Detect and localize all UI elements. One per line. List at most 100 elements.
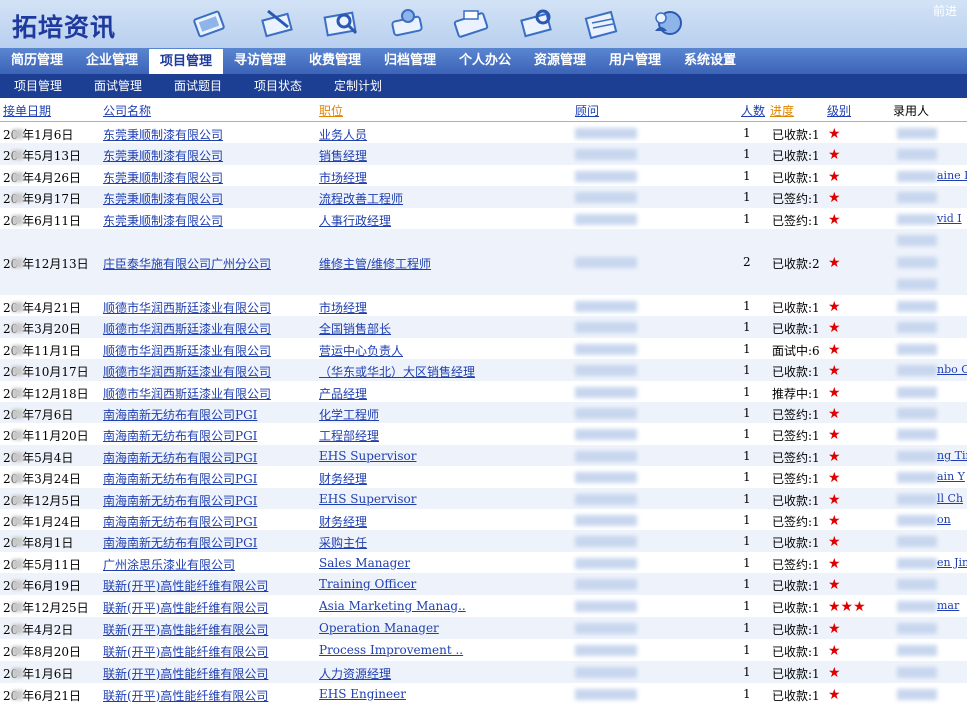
table-row[interactable]: 20 年10月17日 顺德市华润西斯廷漆业有限公司 （华东或华北）大区销售经理 1 已收… — [0, 359, 967, 381]
company-link[interactable]: 东莞秉顺制漆有限公司 — [103, 147, 223, 164]
company-link[interactable]: 顺德市华润西斯廷漆业有限公司 — [103, 363, 271, 380]
company-link[interactable]: 顺德市华润西斯廷漆业有限公司 — [103, 385, 271, 402]
company-link[interactable]: 南海南新无纺布有限公司PGI — [103, 470, 257, 487]
table-row[interactable]: 20 年9月17日 东莞秉顺制漆有限公司 流程改善工程师 1 已签约:1 ★ — [0, 186, 967, 208]
subnav-item-1[interactable]: 面试管理 — [94, 74, 142, 98]
nav-tab-7[interactable]: 资源管理 — [523, 48, 597, 74]
col-date-header[interactable]: 接单日期 — [3, 102, 51, 119]
company-link[interactable]: 南海南新无纺布有限公司PGI — [103, 406, 257, 423]
position-link[interactable]: 化学工程师 — [319, 406, 379, 423]
position-link[interactable]: 业务人员 — [319, 126, 367, 143]
table-row[interactable]: 20 年4月21日 顺德市华润西斯廷漆业有限公司 市场经理 1 已收款:1 ★ — [0, 295, 967, 316]
table-row[interactable]: 20 年1月6日 联新(开平)高性能纤维有限公司 人力资源经理 1 已收款:1 ★ — [0, 660, 967, 683]
company-link[interactable]: 南海南新无纺布有限公司PGI — [103, 492, 257, 509]
edit-toolbar-icon[interactable] — [258, 5, 298, 39]
company-link[interactable]: 东莞秉顺制漆有限公司 — [103, 190, 223, 207]
table-row[interactable]: 20 年1月24日 南海南新无纺布有限公司PGI 财务经理 1 已签约:1 ★ on — [0, 509, 967, 530]
table-row[interactable]: 20 年6月21日 联新(开平)高性能纤维有限公司 EHS Engineer 1 已收款… — [0, 683, 967, 705]
table-row[interactable]: 20 年8月1日 南海南新无纺布有限公司PGI 采购主任 1 已收款:1 ★ — [0, 530, 967, 552]
table-row[interactable]: 20 年12月13日 庄臣泰华施有限公司广州分公司 维修主管/维修工程师 2 已收款:2… — [0, 229, 967, 295]
position-link[interactable]: 财务经理 — [319, 513, 367, 530]
col-count-header[interactable]: 人数 — [741, 102, 765, 119]
company-link[interactable]: 顺德市华润西斯廷漆业有限公司 — [103, 320, 271, 337]
subnav-item-4[interactable]: 定制计划 — [334, 74, 382, 98]
table-row[interactable]: 20 年11月1日 顺德市华润西斯廷漆业有限公司 营运中心负责人 1 面试中:6 ★ — [0, 338, 967, 359]
position-link[interactable]: 财务经理 — [319, 470, 367, 487]
table-row[interactable]: 20 年12月18日 顺德市华润西斯廷漆业有限公司 产品经理 1 推荐中:1 ★ — [0, 381, 967, 402]
nav-tab-8[interactable]: 用户管理 — [598, 48, 672, 74]
hire-name-link[interactable]: mar — [937, 599, 959, 612]
company-link[interactable]: 联新(开平)高性能纤维有限公司 — [103, 577, 268, 594]
table-row[interactable]: 20 年12月25日 联新(开平)高性能纤维有限公司 Asia Marketing … — [0, 595, 967, 617]
position-link[interactable]: 市场经理 — [319, 299, 367, 316]
company-link[interactable]: 联新(开平)高性能纤维有限公司 — [103, 621, 268, 638]
position-link[interactable]: EHS Supervisor — [319, 492, 416, 506]
hire-name-link[interactable]: ng Tin — [937, 449, 967, 462]
search-toolbar-icon[interactable] — [322, 5, 362, 39]
position-link[interactable]: EHS Engineer — [319, 687, 406, 701]
tools-toolbar-icon[interactable] — [517, 5, 557, 39]
position-link[interactable]: （华东或华北）大区销售经理 — [319, 363, 475, 380]
col-level-header[interactable]: 级别 — [827, 102, 851, 119]
position-link[interactable]: 销售经理 — [319, 147, 367, 164]
table-row[interactable]: 20 年12月5日 南海南新无纺布有限公司PGI EHS Supervisor 1 已收… — [0, 487, 967, 509]
hire-name-link[interactable]: vid I — [937, 212, 962, 225]
col-company-header[interactable]: 公司名称 — [103, 102, 151, 119]
company-link[interactable]: 东莞秉顺制漆有限公司 — [103, 126, 223, 143]
company-link[interactable]: 联新(开平)高性能纤维有限公司 — [103, 665, 268, 682]
company-link[interactable]: 南海南新无纺布有限公司PGI — [103, 534, 257, 551]
message-toolbar-icon[interactable] — [388, 5, 428, 39]
nav-tab-9[interactable]: 系统设置 — [673, 48, 747, 74]
hire-name-link[interactable]: ain Y — [937, 470, 965, 483]
position-link[interactable]: 工程部经理 — [319, 427, 379, 444]
hire-name-link[interactable]: on — [937, 513, 951, 526]
calendar-toolbar-icon[interactable] — [582, 5, 622, 40]
company-link[interactable]: 联新(开平)高性能纤维有限公司 — [103, 643, 268, 660]
table-row[interactable]: 20 年4月26日 东莞秉顺制漆有限公司 市场经理 1 已收款:1 ★ aine I — [0, 165, 967, 186]
subnav-item-2[interactable]: 面试题目 — [174, 74, 222, 98]
company-link[interactable]: 东莞秉顺制漆有限公司 — [103, 212, 223, 229]
table-row[interactable]: 20 年3月24日 南海南新无纺布有限公司PGI 财务经理 1 已签约:1 ★ ain Y — [0, 466, 967, 487]
globe-user-toolbar-icon[interactable] — [648, 5, 688, 39]
position-link[interactable]: Sales Manager — [319, 556, 410, 570]
nav-tab-5[interactable]: 归档管理 — [373, 48, 447, 74]
fax-toolbar-icon[interactable] — [452, 5, 492, 39]
table-row[interactable]: 20 年1月6日 东莞秉顺制漆有限公司 业务人员 1 已收款:1 ★ — [0, 122, 967, 143]
position-link[interactable]: 人力资源经理 — [319, 665, 391, 682]
position-link[interactable]: 流程改善工程师 — [319, 190, 403, 207]
forward-link[interactable]: 前进 — [933, 2, 957, 19]
table-row[interactable]: 20 年5月11日 广州涂思乐漆业有限公司 Sales Manager 1 已签约:1 ★… — [0, 552, 967, 573]
table-row[interactable]: 20 年6月11日 东莞秉顺制漆有限公司 人事行政经理 1 已签约:1 ★ vid I — [0, 208, 967, 229]
subnav-item-0[interactable]: 项目管理 — [14, 74, 62, 98]
company-link[interactable]: 联新(开平)高性能纤维有限公司 — [103, 599, 268, 616]
company-link[interactable]: 顺德市华润西斯廷漆业有限公司 — [103, 299, 271, 316]
nav-tab-1[interactable]: 企业管理 — [75, 48, 149, 74]
col-progress-header[interactable]: 进度 — [770, 102, 794, 119]
hire-name-link[interactable]: en Jin — [937, 556, 967, 569]
position-link[interactable]: 市场经理 — [319, 169, 367, 186]
company-link[interactable]: 南海南新无纺布有限公司PGI — [103, 449, 257, 466]
hire-name-link[interactable]: nbo C — [937, 363, 967, 376]
company-link[interactable]: 南海南新无纺布有限公司PGI — [103, 427, 257, 444]
position-link[interactable]: Training Officer — [319, 577, 416, 591]
position-link[interactable]: Process Improvement .. — [319, 643, 463, 657]
hire-name-link[interactable]: ll Ch — [937, 492, 963, 505]
company-link[interactable]: 顺德市华润西斯廷漆业有限公司 — [103, 342, 271, 359]
company-link[interactable]: 庄臣泰华施有限公司广州分公司 — [103, 255, 271, 272]
nav-tab-4[interactable]: 收费管理 — [298, 48, 372, 74]
table-row[interactable]: 20 年8月20日 联新(开平)高性能纤维有限公司 Process Improvem… — [0, 639, 967, 661]
subnav-item-3[interactable]: 项目状态 — [254, 74, 302, 98]
position-link[interactable]: 采购主任 — [319, 534, 367, 551]
company-link[interactable]: 联新(开平)高性能纤维有限公司 — [103, 687, 268, 704]
position-link[interactable]: 全国销售部长 — [319, 320, 391, 337]
table-row[interactable]: 20 年5月4日 南海南新无纺布有限公司PGI EHS Supervisor 1 已签约… — [0, 444, 967, 467]
col-position-header[interactable]: 职位 — [319, 102, 343, 119]
table-row[interactable]: 20 年7月6日 南海南新无纺布有限公司PGI 化学工程师 1 已签约:1 ★ — [0, 402, 967, 424]
table-row[interactable]: 20 年5月13日 东莞秉顺制漆有限公司 销售经理 1 已收款:1 ★ — [0, 143, 967, 165]
nav-tab-3[interactable]: 寻访管理 — [223, 48, 297, 74]
table-row[interactable]: 20 年11月20日 南海南新无纺布有限公司PGI 工程部经理 1 已签约:1 ★ — [0, 423, 967, 444]
col-consultant-header[interactable]: 顾问 — [575, 102, 599, 119]
company-link[interactable]: 南海南新无纺布有限公司PGI — [103, 513, 257, 530]
nav-tab-6[interactable]: 个人办公 — [448, 48, 522, 74]
position-link[interactable]: 维修主管/维修工程师 — [319, 255, 431, 272]
